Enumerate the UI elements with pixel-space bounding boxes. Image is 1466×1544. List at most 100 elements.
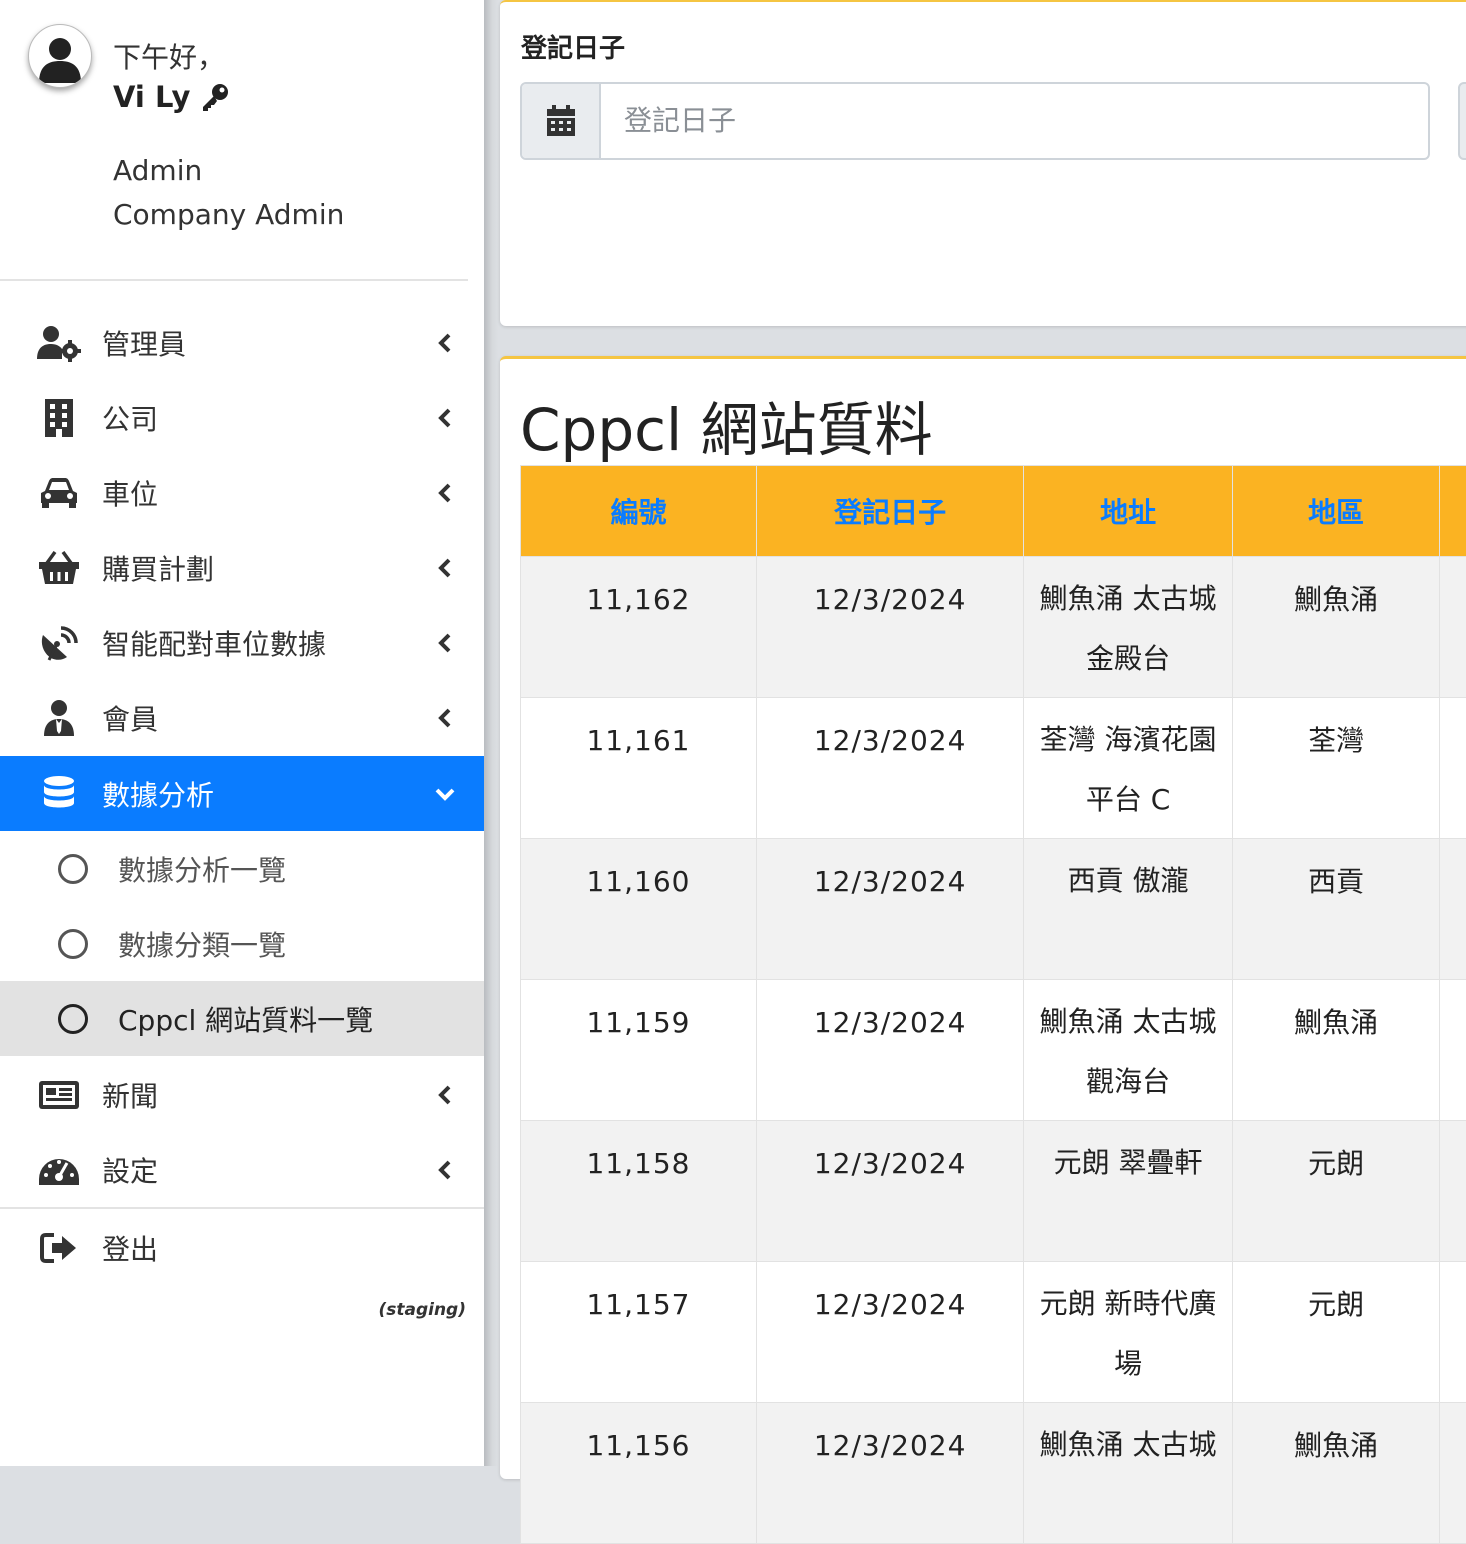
cell-district: 鰂魚涌: [1232, 557, 1440, 698]
address-line-2: 平台 C: [1034, 770, 1222, 830]
sidebar-item-label: 購買計劃: [102, 548, 214, 588]
cell-date: 12/3/2024: [756, 698, 1023, 839]
sidebar-item-label: 智能配對車位數據: [102, 623, 326, 663]
user-company-role: Company Admin: [113, 198, 344, 231]
cell-district: 元朗: [1232, 1121, 1440, 1262]
user-role: Admin: [113, 154, 202, 187]
greeting: 下午好，: [113, 36, 225, 76]
table-header-row: 編號 登記日子 地址 地區: [521, 466, 1466, 557]
chevron-down-icon: [432, 781, 458, 807]
divider: [0, 1207, 484, 1209]
basket-icon: [36, 548, 82, 588]
cell-district: 元朗: [1232, 1262, 1440, 1403]
date-filter-group[interactable]: 登記日子: [520, 82, 1430, 160]
cell-date: 12/3/2024: [756, 557, 1023, 698]
sidebar-item-company[interactable]: 公司: [0, 380, 484, 455]
cell-extra: [1440, 557, 1466, 698]
username[interactable]: Vi Ly: [113, 80, 230, 114]
submenu-item-cppcl-list[interactable]: Cppcl 網站質料一覽: [0, 981, 484, 1056]
sidebar-item-logout[interactable]: 登出: [0, 1210, 484, 1285]
cell-id: 11,156: [521, 1403, 757, 1544]
submenu-item-label: 數據分析一覽: [118, 849, 286, 889]
car-icon: [36, 473, 82, 513]
sidebar-item-smart-matching[interactable]: 智能配對車位數據: [0, 605, 484, 680]
chevron-left-icon: [432, 405, 458, 431]
submenu-item-data-category-list[interactable]: 數據分類一覽: [0, 906, 484, 981]
user-panel: 下午好， Vi Ly Admin Company Admin: [0, 0, 484, 280]
address-line-1: 鰂魚涌 太古城: [1034, 1415, 1222, 1475]
table-row[interactable]: 11,159 12/3/2024 鰂魚涌 太古城觀海台 鰂魚涌: [521, 980, 1466, 1121]
column-header-district[interactable]: 地區: [1232, 466, 1440, 557]
cell-id: 11,160: [521, 839, 757, 980]
avatar[interactable]: [28, 24, 92, 88]
column-header-address[interactable]: 地址: [1024, 466, 1233, 557]
cell-date: 12/3/2024: [756, 839, 1023, 980]
table-row[interactable]: 11,162 12/3/2024 鰂魚涌 太古城金殿台 鰂魚涌: [521, 557, 1466, 698]
sidebar-item-label: 新聞: [102, 1075, 158, 1115]
divider: [0, 279, 468, 281]
address-line-1: 元朗 新時代廣: [1034, 1274, 1222, 1334]
cell-district: 鰂魚涌: [1232, 980, 1440, 1121]
chevron-left-icon: [432, 705, 458, 731]
cell-date: 12/3/2024: [756, 1262, 1023, 1403]
sidebar-item-label: 設定: [102, 1150, 158, 1190]
chevron-left-icon: [432, 1082, 458, 1108]
satellite-dish-icon: [36, 623, 82, 663]
circle-icon: [58, 1004, 88, 1034]
sidebar-item-settings[interactable]: 設定: [0, 1132, 484, 1207]
address-line-1: 西貢 傲瀧: [1034, 851, 1222, 911]
table-card: Cppcl 網站質料 編號 登記日子 地址 地區 11,162 12/3/202…: [500, 356, 1466, 1479]
date-filter-label: 登記日子: [521, 28, 625, 65]
calendar-icon[interactable]: [522, 84, 601, 158]
submenu-item-label: 數據分類一覽: [118, 924, 286, 964]
sidebar-item-label: 公司: [102, 398, 158, 438]
sidebar-item-members[interactable]: 會員: [0, 680, 484, 755]
cell-address: 鰂魚涌 太古城金殿台: [1024, 557, 1233, 698]
table-row[interactable]: 11,160 12/3/2024 西貢 傲瀧 西貢: [521, 839, 1466, 980]
cell-id: 11,161: [521, 698, 757, 839]
cell-district: 西貢: [1232, 839, 1440, 980]
column-header-date[interactable]: 登記日子: [756, 466, 1023, 557]
chevron-left-icon: [432, 330, 458, 356]
building-icon: [36, 398, 82, 438]
data-table: 編號 登記日子 地址 地區 11,162 12/3/2024 鰂魚涌 太古城金殿…: [520, 465, 1466, 1544]
table-row[interactable]: 11,156 12/3/2024 鰂魚涌 太古城 鰂魚涌: [521, 1403, 1466, 1544]
cell-date: 12/3/2024: [756, 1121, 1023, 1262]
circle-icon: [58, 854, 88, 884]
sign-out-icon: [36, 1228, 82, 1268]
date-filter-group-2[interactable]: [1458, 82, 1466, 160]
cell-address: 元朗 新時代廣場: [1024, 1262, 1233, 1403]
table-row[interactable]: 11,157 12/3/2024 元朗 新時代廣場 元朗: [521, 1262, 1466, 1403]
sidebar-item-label: 車位: [102, 473, 158, 513]
user-avatar-icon: [29, 25, 91, 87]
user-tie-icon: [36, 698, 82, 738]
username-text: Vi Ly: [113, 80, 190, 114]
address-line-2: 觀海台: [1034, 1052, 1222, 1112]
sidebar-item-purchase-plan[interactable]: 購買計劃: [0, 530, 484, 605]
column-header-id[interactable]: 編號: [521, 466, 757, 557]
cell-address: 鰂魚涌 太古城: [1024, 1403, 1233, 1544]
address-line-2: 金殿台: [1034, 629, 1222, 689]
page-title: Cppcl 網站質料: [520, 383, 933, 467]
column-header-extra[interactable]: [1440, 466, 1466, 557]
cell-extra: [1440, 1403, 1466, 1544]
sidebar-item-admin[interactable]: 管理員: [0, 305, 484, 380]
cell-district: 鰂魚涌: [1232, 1403, 1440, 1544]
sidebar-item-label: 會員: [102, 698, 158, 738]
chevron-left-icon: [432, 555, 458, 581]
date-filter-input[interactable]: 登記日子: [624, 84, 736, 158]
sidebar-item-parking[interactable]: 車位: [0, 455, 484, 530]
table-row[interactable]: 11,161 12/3/2024 荃灣 海濱花園平台 C 荃灣: [521, 698, 1466, 839]
key-icon[interactable]: [200, 82, 230, 112]
sidebar-item-label: 登出: [102, 1228, 158, 1268]
table-row[interactable]: 11,158 12/3/2024 元朗 翠疊軒 元朗: [521, 1121, 1466, 1262]
submenu-item-data-analysis-list[interactable]: 數據分析一覽: [0, 831, 484, 906]
cell-address: 元朗 翠疊軒: [1024, 1121, 1233, 1262]
sidebar-item-data-analysis[interactable]: 數據分析: [0, 756, 484, 831]
cell-district: 荃灣: [1232, 698, 1440, 839]
address-line-1: 鰂魚涌 太古城: [1034, 992, 1222, 1052]
cell-extra: [1440, 980, 1466, 1121]
sidebar-item-news[interactable]: 新聞: [0, 1057, 484, 1132]
cell-id: 11,158: [521, 1121, 757, 1262]
cell-date: 12/3/2024: [756, 980, 1023, 1121]
